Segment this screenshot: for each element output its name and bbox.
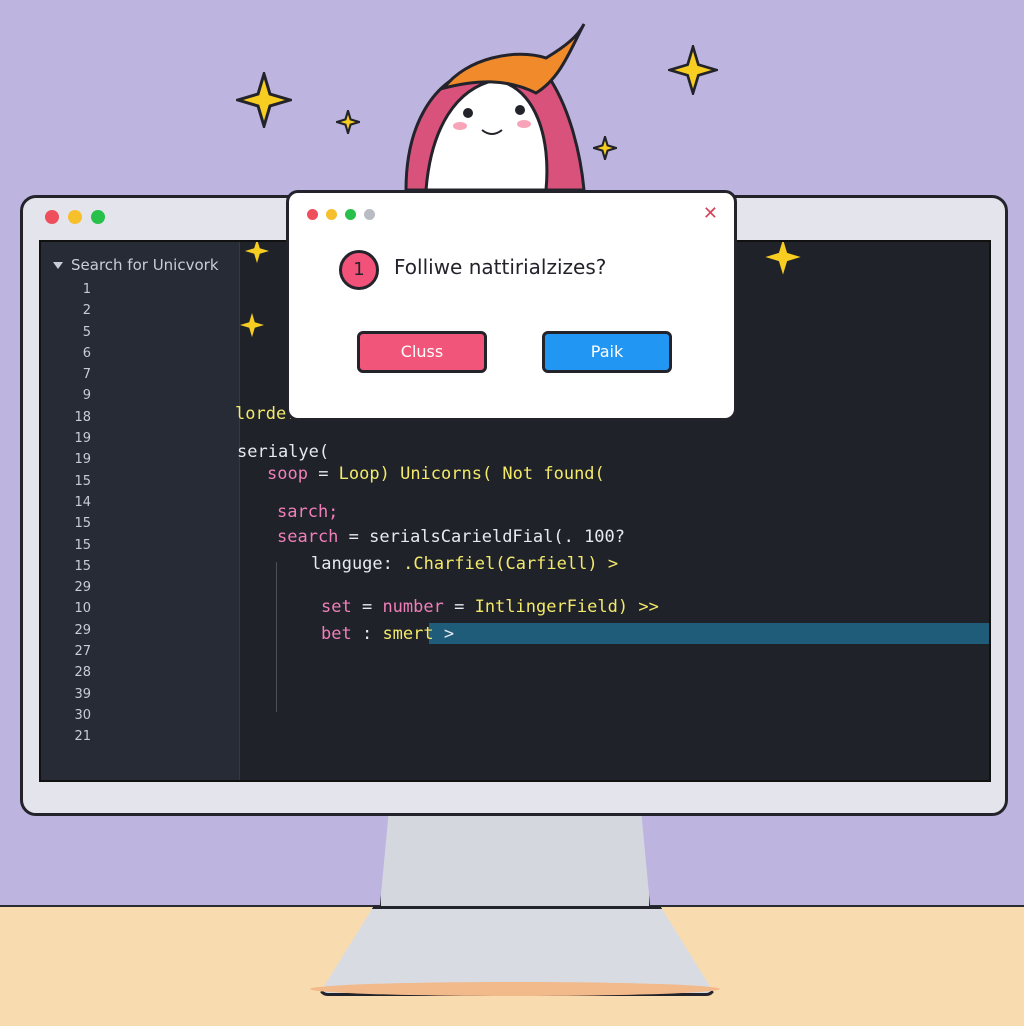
step-badge: 1 bbox=[339, 250, 379, 290]
dialog-close-dot[interactable] bbox=[307, 209, 318, 220]
window-controls bbox=[45, 210, 105, 224]
selected-line-highlight bbox=[429, 623, 989, 644]
code-token: serialye( bbox=[237, 442, 330, 462]
line-number: 6 bbox=[82, 345, 91, 361]
line-numbers: 1 2 5 6 7 9 18 19 19 15 14 15 15 15 29 10 29 27 28 39 30 21 bbox=[41, 279, 91, 748]
line-number: 27 bbox=[74, 644, 91, 660]
dialog-maximize-dot[interactable] bbox=[345, 209, 356, 220]
window-minimize-button[interactable] bbox=[68, 210, 82, 224]
sparkle-icon bbox=[236, 72, 292, 128]
code-token: CarieldFial(. 100? bbox=[440, 527, 626, 547]
code-token: soop bbox=[267, 464, 308, 484]
line-number: 21 bbox=[74, 729, 91, 745]
sparkle-icon bbox=[239, 312, 265, 338]
code-token: .Charfiel(Carfiell) > bbox=[392, 554, 619, 574]
search-label: Search for Unicvork bbox=[71, 256, 219, 274]
code-token: bet bbox=[321, 624, 352, 644]
line-number: 5 bbox=[82, 324, 91, 340]
unicorn-mascot-icon bbox=[386, 18, 596, 198]
line-number: 18 bbox=[74, 409, 91, 425]
dialog-extra-dot[interactable] bbox=[364, 209, 375, 220]
editor-sidebar: Search for Unicvork 1 2 5 6 7 9 18 19 19 15 14 15 15… bbox=[41, 242, 240, 780]
line-number: 14 bbox=[74, 494, 91, 510]
window-maximize-button[interactable] bbox=[91, 210, 105, 224]
line-number: 7 bbox=[82, 367, 91, 383]
code-token: smert bbox=[382, 624, 434, 644]
chevron-down-icon[interactable] bbox=[53, 261, 63, 269]
code-token: = serials bbox=[338, 527, 441, 547]
line-number: 29 bbox=[74, 580, 91, 596]
sidebar-search[interactable]: Search for Unicvork bbox=[53, 256, 219, 274]
code-token: = bbox=[307, 464, 339, 484]
code-token: Loop) Unicorns( Not found( bbox=[338, 464, 605, 484]
line-number: 1 bbox=[82, 282, 91, 297]
line-number: 2 bbox=[82, 303, 91, 319]
line-number: 28 bbox=[74, 665, 91, 681]
code-token: set bbox=[321, 597, 352, 617]
code-token: = bbox=[351, 597, 383, 617]
sparkle-icon bbox=[668, 45, 718, 95]
monitor-base-shadow bbox=[310, 982, 720, 996]
code-token: languge: bbox=[311, 554, 393, 574]
sparkle-icon bbox=[593, 136, 617, 160]
line-number: 29 bbox=[74, 622, 91, 638]
code-token: search bbox=[277, 527, 339, 547]
line-number: 30 bbox=[74, 707, 91, 723]
line-number: 15 bbox=[74, 558, 91, 574]
line-number: 19 bbox=[74, 431, 91, 447]
code-token: number bbox=[382, 597, 444, 617]
window-close-button[interactable] bbox=[45, 210, 59, 224]
sparkle-icon bbox=[764, 242, 802, 276]
code-token: > bbox=[433, 624, 455, 644]
confirm-dialog: ✕ 1 Folliwe nattirialzizes? Cluss Paik bbox=[286, 190, 737, 421]
indent-guide bbox=[276, 562, 277, 712]
sparkle-icon bbox=[336, 110, 360, 134]
code-token: IntlingerField) >> bbox=[474, 597, 659, 617]
line-number: 9 bbox=[82, 388, 91, 404]
line-number: 15 bbox=[74, 473, 91, 489]
dialog-minimize-dot[interactable] bbox=[326, 209, 337, 220]
dialog-message: Folliwe nattirialzizes? bbox=[394, 255, 607, 279]
cancel-button[interactable]: Cluss bbox=[357, 331, 487, 373]
line-number: 15 bbox=[74, 537, 91, 553]
close-icon[interactable]: ✕ bbox=[703, 203, 718, 224]
code-token: = bbox=[443, 597, 475, 617]
code-token: : bbox=[351, 624, 383, 644]
line-number: 19 bbox=[74, 452, 91, 468]
line-number: 10 bbox=[74, 601, 91, 617]
line-number: 39 bbox=[74, 686, 91, 702]
code-token: sarch; bbox=[277, 502, 339, 522]
sparkle-icon bbox=[244, 242, 270, 264]
line-number: 15 bbox=[74, 516, 91, 532]
dialog-window-controls bbox=[307, 209, 375, 220]
confirm-button[interactable]: Paik bbox=[542, 331, 672, 373]
